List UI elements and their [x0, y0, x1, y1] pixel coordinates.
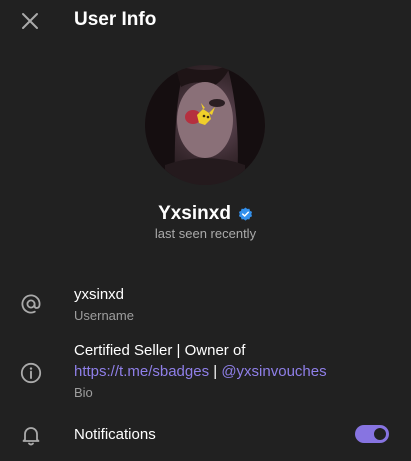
- bell-icon: [18, 422, 44, 448]
- bio-separator: |: [213, 363, 218, 380]
- notifications-text: Notifications: [74, 424, 391, 445]
- user-info-panel: User Info Yxsinxd last seen recently yxs…: [0, 0, 411, 461]
- avatar-image: [145, 65, 265, 185]
- avatar[interactable]: [145, 65, 265, 185]
- profile-name-row: Yxsinxd: [0, 202, 411, 226]
- notifications-row[interactable]: Notifications: [0, 420, 411, 460]
- toggle-knob: [372, 426, 388, 442]
- profile-name: Yxsinxd: [158, 203, 231, 224]
- username-text: yxsinxd Username: [74, 284, 391, 324]
- username-label: Username: [74, 308, 134, 323]
- last-seen-status: last seen recently: [154, 226, 257, 241]
- verified-badge-icon: [238, 206, 252, 221]
- bio-link-badges[interactable]: https://t.me/sbadges: [74, 363, 209, 380]
- header: User Info: [0, 0, 411, 40]
- header-title: User Info: [74, 9, 157, 30]
- bio-line-1: Certified Seller | Owner of: [74, 342, 246, 359]
- close-icon: [22, 13, 38, 29]
- bio-row[interactable]: Certified Seller | Owner of https://t.me…: [0, 340, 411, 404]
- bio-link-vouches[interactable]: @yxsinvouches: [221, 363, 326, 380]
- username-value: yxsinxd: [74, 286, 125, 303]
- bio-line-2: https://t.me/sbadges | @yxsinvouches: [74, 361, 391, 382]
- notifications-label: Notifications: [74, 426, 156, 443]
- at-icon: [18, 291, 44, 317]
- close-button[interactable]: [18, 9, 42, 33]
- info-icon: [18, 360, 44, 386]
- bio-text: Certified Seller | Owner of https://t.me…: [74, 340, 391, 401]
- bio-label: Bio: [74, 385, 93, 400]
- notifications-toggle[interactable]: [355, 425, 389, 443]
- username-row[interactable]: yxsinxd Username: [0, 284, 411, 328]
